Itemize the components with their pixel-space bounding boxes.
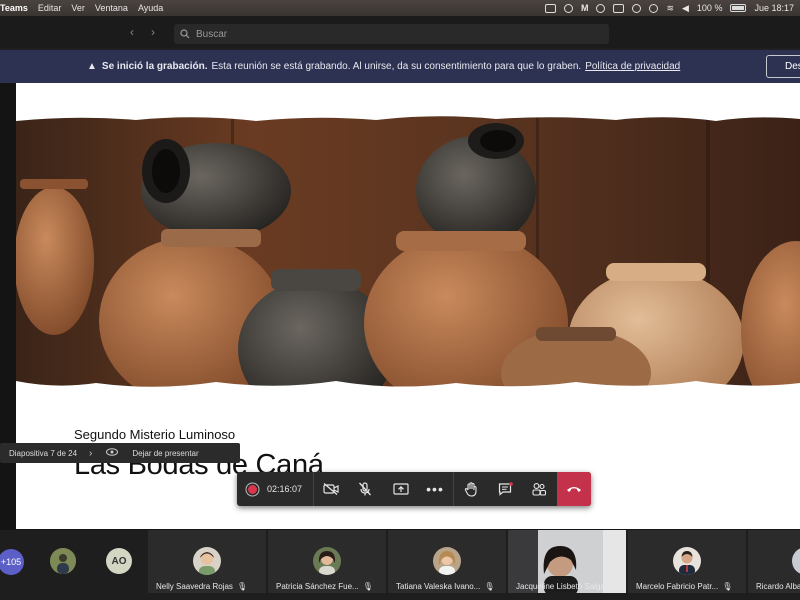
avatar bbox=[433, 547, 461, 575]
banner-message: Esta reunión se está grabando. Al unirse… bbox=[211, 61, 582, 72]
more-actions-button[interactable]: ••• bbox=[418, 472, 452, 506]
people-icon bbox=[532, 483, 547, 496]
clay-pots-photo bbox=[16, 111, 800, 393]
share-tray-icon bbox=[393, 482, 409, 495]
share-screen-button[interactable] bbox=[384, 472, 418, 506]
warning-icon: ▲ bbox=[87, 61, 97, 72]
back-arrow-icon[interactable]: ‹ bbox=[130, 25, 134, 39]
avatar[interactable] bbox=[50, 548, 76, 574]
participant-name: Nelly Saavedra Rojas bbox=[156, 582, 233, 591]
privacy-policy-link[interactable]: Política de privacidad bbox=[585, 61, 680, 72]
airplay-icon[interactable] bbox=[613, 3, 625, 13]
menu-ventana[interactable]: Ventana bbox=[95, 3, 128, 13]
bluetooth-icon[interactable] bbox=[649, 3, 659, 13]
sync-icon[interactable] bbox=[596, 3, 606, 13]
slide-counter: Diapositiva 7 de 24 bbox=[9, 448, 78, 458]
chat-button[interactable] bbox=[488, 472, 522, 506]
participant-tile[interactable]: Marcelo Fabricio Patr... 🎙︎ bbox=[628, 530, 746, 593]
menubar: Teams Editar Ver Ventana Ayuda M ≋ ◀ 100… bbox=[0, 0, 800, 16]
banner-title: Se inició la grabación. bbox=[101, 61, 208, 72]
battery-icon[interactable] bbox=[730, 4, 747, 12]
volume-icon[interactable]: ◀ bbox=[682, 3, 689, 14]
participant-tile[interactable]: Nelly Saavedra Rojas 🎙︎ bbox=[148, 530, 266, 593]
creative-cloud-icon[interactable] bbox=[563, 3, 573, 13]
mic-off-icon bbox=[359, 482, 371, 496]
hang-up-icon bbox=[567, 487, 581, 492]
more-icon: ••• bbox=[426, 481, 444, 497]
battery-percent: 100 % bbox=[696, 3, 723, 13]
search-input[interactable]: Buscar bbox=[174, 24, 609, 44]
mute-button[interactable] bbox=[348, 472, 382, 506]
participant-name: Patricia Sánchez Fue... bbox=[276, 582, 359, 591]
forward-arrow-icon[interactable]: › bbox=[151, 25, 155, 39]
menu-editar[interactable]: Editar bbox=[38, 3, 62, 13]
teams-status-icon[interactable] bbox=[544, 3, 556, 13]
search-icon bbox=[180, 29, 190, 39]
wifi-icon[interactable]: ≋ bbox=[666, 3, 674, 14]
mic-off-icon: 🎙︎ bbox=[362, 582, 373, 591]
menu-ver[interactable]: Ver bbox=[71, 3, 85, 13]
mic-off-icon: 🎙︎ bbox=[236, 582, 248, 591]
participant-video-tile[interactable]: Jacqueline Lisbeth Salgad... bbox=[508, 530, 626, 593]
clock[interactable]: Jue 18:17 bbox=[754, 3, 794, 13]
avatar-initials[interactable]: AO bbox=[106, 548, 132, 574]
raise-hand-button[interactable] bbox=[454, 472, 488, 506]
leave-call-button[interactable] bbox=[557, 472, 591, 506]
participant-name: Jacqueline Lisbeth Salgad... bbox=[516, 582, 617, 591]
presenter-toolbar: Diapositiva 7 de 24 › Dejar de presentar bbox=[0, 443, 240, 463]
power-icon[interactable] bbox=[632, 3, 642, 13]
participant-tile[interactable]: Tatiana Valeska Ivano... 🎙︎ bbox=[388, 530, 506, 593]
mic-off-icon: 🎙︎ bbox=[722, 582, 733, 591]
recording-dot-icon bbox=[248, 484, 257, 494]
avatar bbox=[193, 547, 221, 575]
dismiss-button[interactable]: Des bbox=[766, 55, 800, 78]
avatar bbox=[792, 547, 800, 575]
chat-icon bbox=[498, 482, 513, 496]
participant-name: Ricardo Alba bbox=[756, 582, 800, 591]
stop-presenting-button[interactable]: Dejar de presentar bbox=[132, 449, 198, 458]
participant-name: Tatiana Valeska Ivano... bbox=[396, 582, 481, 591]
slide-subtitle: Segundo Misterio Luminoso bbox=[74, 427, 236, 442]
participant-tile[interactable]: Patricia Sánchez Fue... 🎙︎ bbox=[268, 530, 386, 593]
camera-off-button[interactable] bbox=[314, 472, 348, 506]
camera-off-icon bbox=[323, 483, 339, 495]
mic-off-icon: 🎙︎ bbox=[484, 582, 495, 591]
meeting-controls: 02:16:07 ••• bbox=[237, 472, 591, 506]
recording-banner: ▲ Se inició la grabación. Esta reunión s… bbox=[0, 50, 800, 83]
gmail-icon[interactable]: M bbox=[581, 3, 589, 13]
avatar bbox=[313, 547, 341, 575]
hand-icon bbox=[464, 481, 477, 497]
recording-timer: 02:16:07 bbox=[237, 472, 313, 506]
menu-ayuda[interactable]: Ayuda bbox=[138, 3, 163, 13]
participant-name: Marcelo Fabricio Patr... bbox=[636, 582, 719, 591]
search-placeholder: Buscar bbox=[196, 28, 228, 40]
avatar bbox=[673, 547, 701, 575]
menu-app[interactable]: Teams bbox=[0, 3, 28, 13]
participants-button[interactable] bbox=[522, 472, 556, 506]
next-slide-icon[interactable]: › bbox=[89, 448, 92, 459]
participant-tile[interactable]: Ricardo Alba bbox=[748, 530, 800, 593]
call-timer: 02:16:07 bbox=[267, 484, 303, 494]
status-area: M ≋ ◀ 100 % Jue 18:17 bbox=[544, 0, 794, 16]
eye-icon[interactable] bbox=[106, 448, 119, 458]
